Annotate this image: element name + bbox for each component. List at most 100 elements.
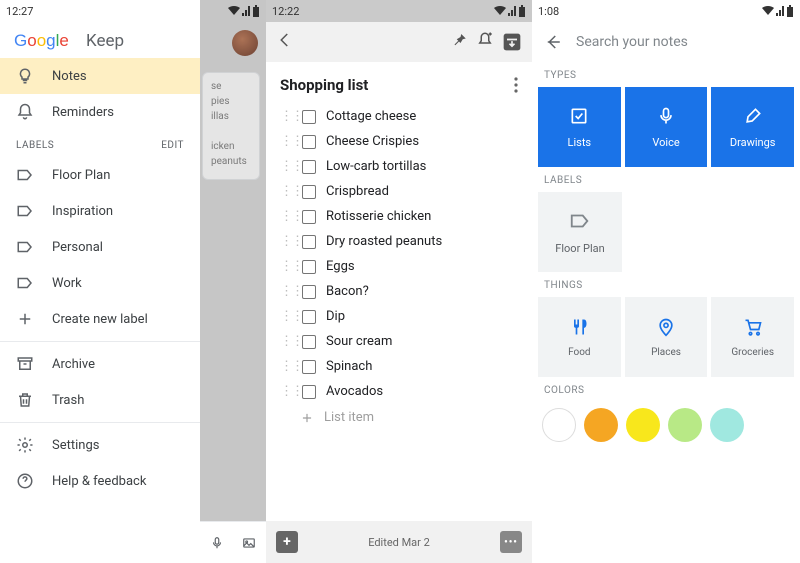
checklist-item[interactable]: ⋮⋮ Cheese Crispies xyxy=(280,129,518,154)
drag-handle-icon[interactable]: ⋮⋮ xyxy=(280,359,292,374)
checkbox[interactable] xyxy=(302,235,316,249)
checklist-item[interactable]: ⋮⋮Dip xyxy=(280,304,518,329)
type-drawings[interactable]: Drawings xyxy=(711,87,794,167)
status-bar: 1:08 xyxy=(532,0,800,22)
search-placeholder: Search your notes xyxy=(576,34,688,50)
divider xyxy=(0,422,200,423)
checklist-item-text: Sour cream xyxy=(326,334,392,349)
checklist-item[interactable]: ⋮⋮ Sour cream xyxy=(280,329,518,354)
nav-reminders[interactable]: Reminders xyxy=(0,94,200,130)
add-list-item[interactable]: List item xyxy=(280,404,518,431)
overflow-button[interactable]: ••• xyxy=(500,531,522,553)
label-item[interactable]: Floor Plan xyxy=(0,157,200,193)
pin-icon xyxy=(450,31,468,49)
bell-plus-icon xyxy=(476,31,494,49)
checkbox[interactable] xyxy=(302,110,316,124)
checklist-item[interactable]: ⋮⋮Eggs xyxy=(280,254,518,279)
checkbox[interactable] xyxy=(302,210,316,224)
back-button[interactable] xyxy=(276,31,294,53)
nav-drawer: 12:27 Google Keep Notes Reminders LABEL xyxy=(0,0,200,563)
plus-icon xyxy=(300,411,314,425)
pin-icon xyxy=(656,317,676,337)
signal-icon xyxy=(508,6,516,16)
checklist-item-text: Avocados xyxy=(326,384,383,399)
wifi-icon xyxy=(494,6,506,16)
checklist-item[interactable]: ⋮⋮Bacon? xyxy=(280,279,518,304)
checkbox[interactable] xyxy=(302,160,316,174)
checkbox[interactable] xyxy=(302,260,316,274)
status-bar: 12:22 xyxy=(266,0,532,22)
drag-handle-icon[interactable]: ⋮⋮ xyxy=(280,234,292,249)
checklist-item[interactable]: ⋮⋮ Avocados xyxy=(280,379,518,404)
nav-help[interactable]: Help & feedback xyxy=(0,463,200,499)
nav-trash[interactable]: Trash xyxy=(0,382,200,418)
brush-icon xyxy=(743,106,763,126)
label-item[interactable]: Work xyxy=(0,265,200,301)
reminder-button[interactable] xyxy=(476,31,494,53)
checkbox[interactable] xyxy=(302,185,316,199)
drag-handle-icon[interactable]: ⋮⋮ xyxy=(280,184,292,199)
checklist-item-text: Cheese Crispies xyxy=(326,134,419,149)
checklist-item-text: Rotisserie chicken xyxy=(326,209,431,224)
drag-handle-icon[interactable]: ⋮⋮ xyxy=(280,109,292,124)
mic-icon[interactable] xyxy=(210,534,224,552)
label-item[interactable]: Inspiration xyxy=(0,193,200,229)
cart-icon xyxy=(743,317,763,337)
help-icon xyxy=(16,472,34,490)
more-button[interactable] xyxy=(514,77,518,93)
mic-icon xyxy=(656,106,676,126)
drag-handle-icon[interactable]: ⋮⋮ xyxy=(280,209,292,224)
type-voice[interactable]: Voice xyxy=(625,87,708,167)
drag-handle-icon[interactable]: ⋮⋮ xyxy=(280,259,292,274)
color-swatch[interactable] xyxy=(710,408,744,442)
thing-food[interactable]: Food xyxy=(538,297,621,377)
checkbox[interactable] xyxy=(302,335,316,349)
drag-handle-icon[interactable]: ⋮⋮ xyxy=(280,159,292,174)
note-title[interactable]: Shopping list xyxy=(280,76,368,94)
checklist: ⋮⋮Cottage cheese⋮⋮Cheese Crispies⋮⋮Low-c… xyxy=(280,104,518,404)
clock: 12:22 xyxy=(272,5,299,18)
label-tile[interactable]: Floor Plan xyxy=(538,192,622,272)
type-lists[interactable]: Lists xyxy=(538,87,621,167)
drag-handle-icon[interactable]: ⋮⋮ xyxy=(280,284,292,299)
pin-button[interactable] xyxy=(450,31,468,53)
checkbox[interactable] xyxy=(302,285,316,299)
thing-groceries[interactable]: Groceries xyxy=(711,297,794,377)
image-icon[interactable] xyxy=(242,534,256,552)
checklist-item[interactable]: ⋮⋮Spinach xyxy=(280,354,518,379)
checkbox[interactable] xyxy=(302,135,316,149)
labels-edit-button[interactable]: EDIT xyxy=(161,140,184,151)
color-swatch[interactable] xyxy=(626,408,660,442)
note-editor-screenshot: 12:22 Shopping list ⋮⋮Cottage cheese⋮⋮Ch… xyxy=(266,0,532,563)
checklist-item[interactable]: ⋮⋮ Crispbread xyxy=(280,179,518,204)
drag-handle-icon[interactable]: ⋮⋮ xyxy=(280,134,292,149)
search-bar[interactable]: Search your notes xyxy=(532,22,800,62)
drawer-scrim-area: se pies illas icken peanuts xyxy=(200,0,266,563)
checklist-item[interactable]: ⋮⋮Dry roasted peanuts xyxy=(280,229,518,254)
color-swatch[interactable] xyxy=(584,408,618,442)
thing-places[interactable]: Places xyxy=(625,297,708,377)
nav-archive[interactable]: Archive xyxy=(0,346,200,382)
drag-handle-icon[interactable]: ⋮⋮ xyxy=(280,334,292,349)
drag-handle-icon[interactable]: ⋮⋮ xyxy=(280,309,292,324)
checkbox[interactable] xyxy=(302,360,316,374)
label-item[interactable]: Personal xyxy=(0,229,200,265)
create-label[interactable]: Create new label xyxy=(0,301,200,337)
drag-handle-icon[interactable]: ⋮⋮ xyxy=(280,384,292,399)
note-body: Shopping list ⋮⋮Cottage cheese⋮⋮Cheese C… xyxy=(266,62,532,521)
add-button[interactable]: + xyxy=(276,531,298,553)
color-swatch[interactable] xyxy=(668,408,702,442)
arrow-left-icon[interactable] xyxy=(544,33,562,51)
checklist-item[interactable]: ⋮⋮ Rotisserie chicken xyxy=(280,204,518,229)
nav-notes[interactable]: Notes xyxy=(0,58,200,94)
checkbox[interactable] xyxy=(302,385,316,399)
nav-settings[interactable]: Settings xyxy=(0,427,200,463)
checklist-item[interactable]: ⋮⋮Low-carb tortillas xyxy=(280,154,518,179)
checklist-item-text: Crispbread xyxy=(326,184,389,199)
food-icon xyxy=(569,317,589,337)
color-swatch[interactable] xyxy=(542,408,576,442)
archive-button[interactable] xyxy=(502,32,522,52)
checkbox[interactable] xyxy=(302,310,316,324)
checklist-item[interactable]: ⋮⋮Cottage cheese xyxy=(280,104,518,129)
label-icon xyxy=(16,274,34,292)
